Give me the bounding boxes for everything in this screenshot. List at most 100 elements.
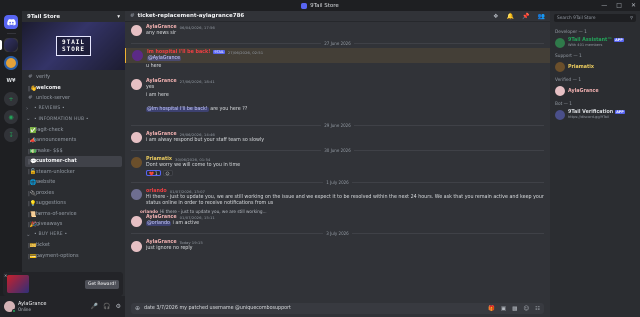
channel-item[interactable]: |📣・ announcements xyxy=(22,135,125,146)
channel-icon: |💬・ xyxy=(28,159,43,166)
avatar-spacer xyxy=(131,94,142,105)
channel-item[interactable]: |✅・ legit-check xyxy=(22,125,125,136)
channel-category[interactable]: ⌄ • INFORMATION HUB • xyxy=(22,114,125,125)
bell-icon[interactable]: 🔔 xyxy=(507,13,514,20)
explore-icon[interactable]: ◉ xyxy=(4,110,18,124)
server-2-icon[interactable] xyxy=(4,56,18,70)
channel-item[interactable]: # unlock-server xyxy=(22,93,125,104)
message-author[interactable]: AylaGrance xyxy=(146,215,177,220)
message-author[interactable]: AylaGrance xyxy=(146,79,177,84)
threads-icon[interactable]: ❖ xyxy=(493,13,498,20)
member-group-title: Developer — 1 xyxy=(555,30,587,35)
message[interactable]: AylaGrance 01/07/2026, 15:11 @orlando i am… xyxy=(125,214,550,229)
message[interactable]: AylaGrance Today 19:15 just ignore no repl… xyxy=(125,239,550,254)
download-icon[interactable]: ↧ xyxy=(4,128,18,142)
message-timestamp: 06/04/2026, 17:56 xyxy=(179,24,215,30)
pin-icon[interactable]: 📌 xyxy=(522,13,529,20)
avatar[interactable] xyxy=(131,215,142,227)
avatar[interactable] xyxy=(131,25,142,36)
avatar[interactable] xyxy=(131,132,142,143)
member-item[interactable]: Priamatix xyxy=(550,61,640,73)
message-body: @Im hospital I'll be back! are you here … xyxy=(146,107,544,119)
channel-label: verify xyxy=(36,74,51,81)
channel-item[interactable]: |🔌・ proxies xyxy=(22,188,125,199)
user-mention[interactable]: @Im hospital I'll be back! xyxy=(146,107,209,112)
gear-icon[interactable]: ⚙ xyxy=(116,303,121,310)
add-reaction-icon[interactable]: ☺ xyxy=(162,170,173,176)
gif-icon[interactable]: ▣ xyxy=(501,306,506,312)
member-item[interactable]: AylaGrance xyxy=(550,85,640,97)
discord-home-icon[interactable] xyxy=(4,15,18,29)
member-item[interactable]: 9Tail Verification APP https://discord.gg/… xyxy=(550,109,640,121)
message[interactable]: AylaGrance 06/04/2026, 17:56 any news sir xyxy=(125,23,550,38)
channel-item[interactable]: |🔓 steam-unlocker xyxy=(22,167,125,178)
headphones-icon[interactable]: 🎧 xyxy=(103,303,110,310)
channel-item[interactable]: |💵・ make- $$$ xyxy=(22,146,125,157)
member-status: With 401 members xyxy=(568,43,603,47)
close-icon[interactable]: ✕ xyxy=(631,2,636,9)
gift-icon[interactable]: 🎁 xyxy=(488,306,495,312)
channel-item[interactable]: # verify xyxy=(22,72,125,83)
channel-item[interactable]: |📜・ terms-of-service xyxy=(22,209,125,220)
channel-category[interactable]: › • REVIEWS • xyxy=(22,104,125,115)
message[interactable]: Priamatix 30/06/2026, 01:54 Dont worry we … xyxy=(125,155,550,177)
message-author[interactable]: AylaGrance xyxy=(146,25,177,30)
avatar[interactable] xyxy=(131,189,142,200)
avatar[interactable] xyxy=(131,79,142,90)
apps-icon[interactable]: ☷ xyxy=(535,306,540,312)
search-input[interactable]: Search 9Tail Store ⚲ xyxy=(554,14,636,22)
channel-item[interactable]: |👋・ welcome xyxy=(22,83,125,94)
maximize-icon[interactable]: □ xyxy=(616,2,622,9)
reaction-button[interactable]: ❤️ 1 xyxy=(146,170,161,176)
message[interactable]: Im hospital I'll be back! 9TAIL 27/06/2026… xyxy=(125,48,550,63)
message-author[interactable]: AylaGrance xyxy=(146,132,177,137)
sticker-icon[interactable]: ▩ xyxy=(512,306,517,312)
channel-category[interactable]: ⌄ • BUY HERE • xyxy=(22,230,125,241)
message-author[interactable]: Im hospital I'll be back! xyxy=(147,50,210,55)
reply-author: orlando xyxy=(140,208,159,214)
get-reward-button[interactable]: Get Reward! xyxy=(84,279,119,289)
title-bar: 9Tail Store — □ ✕ xyxy=(0,0,640,11)
message-author[interactable]: AylaGrance xyxy=(146,240,177,245)
channel-item[interactable]: |🎉・ giveaways xyxy=(22,219,125,230)
emoji-icon[interactable]: ☺ xyxy=(523,306,529,312)
user-mention[interactable]: @AylaGrance xyxy=(147,55,182,61)
avatar[interactable] xyxy=(131,240,142,252)
server-menu-icon[interactable]: ▾ xyxy=(117,14,120,20)
channel-item[interactable]: |💬・ customer-chat xyxy=(25,156,122,167)
message-text: @orlando i am active xyxy=(146,221,544,228)
server-3-icon[interactable]: W¥ xyxy=(4,74,18,88)
message-author[interactable]: orlando xyxy=(146,189,167,194)
avatar[interactable] xyxy=(131,157,142,168)
date-divider: 27 June 2026 xyxy=(131,39,544,47)
message-composer[interactable]: ⊕ date 3/7/2026 my patched username @uni… xyxy=(131,303,544,314)
server-header[interactable]: 9Tail Store ▾ xyxy=(22,11,125,22)
channel-item[interactable]: |💡・ suggestions xyxy=(22,198,125,209)
message-author[interactable]: Priamatix xyxy=(146,157,172,162)
mic-muted-icon[interactable]: 🎤 xyxy=(91,303,98,310)
close-promo-icon[interactable]: ✕ xyxy=(4,273,7,278)
members-icon[interactable]: 👥 xyxy=(538,13,545,20)
message[interactable]: orlando 01/07/2026, 13:07 Hi there - just … xyxy=(125,187,550,209)
chat-area: # ticket-replacement-aylagrance786 ❖ 🔔 📌… xyxy=(125,11,550,317)
message[interactable]: AylaGrance 29/06/2026, 14:46 i am alway re… xyxy=(125,130,550,145)
member-item[interactable]: 9Tail Assistant™ APP With 401 members xyxy=(550,37,640,49)
minimize-icon[interactable]: — xyxy=(601,2,607,9)
message-timestamp: Today 19:15 xyxy=(179,240,203,246)
user-mention[interactable]: @orlando xyxy=(146,221,171,226)
channel-item[interactable]: |🌐・ website xyxy=(22,177,125,188)
attach-icon[interactable]: ⊕ xyxy=(135,305,140,312)
channel-item[interactable]: |🎫・ ticket xyxy=(22,240,125,251)
avatar xyxy=(555,62,565,72)
message-list[interactable]: AylaGrance 06/04/2026, 17:56 any news sir 2… xyxy=(125,23,550,301)
add-server-icon[interactable]: + xyxy=(4,92,18,106)
message-line[interactable]: i am here xyxy=(125,92,550,106)
avatar[interactable] xyxy=(4,301,16,313)
channel-item[interactable]: |💳・ payment-options xyxy=(22,251,125,262)
message[interactable]: AylaGrance 27/06/2026, 18:41 yes xyxy=(125,77,550,92)
server-9tail-icon[interactable] xyxy=(0,38,18,52)
composer-input[interactable]: date 3/7/2026 my patched username @uniqu… xyxy=(144,306,291,311)
avatar[interactable] xyxy=(132,50,143,61)
message-line[interactable]: u here xyxy=(125,63,550,77)
message-line[interactable]: @Im hospital I'll be back! are you here … xyxy=(125,106,550,120)
